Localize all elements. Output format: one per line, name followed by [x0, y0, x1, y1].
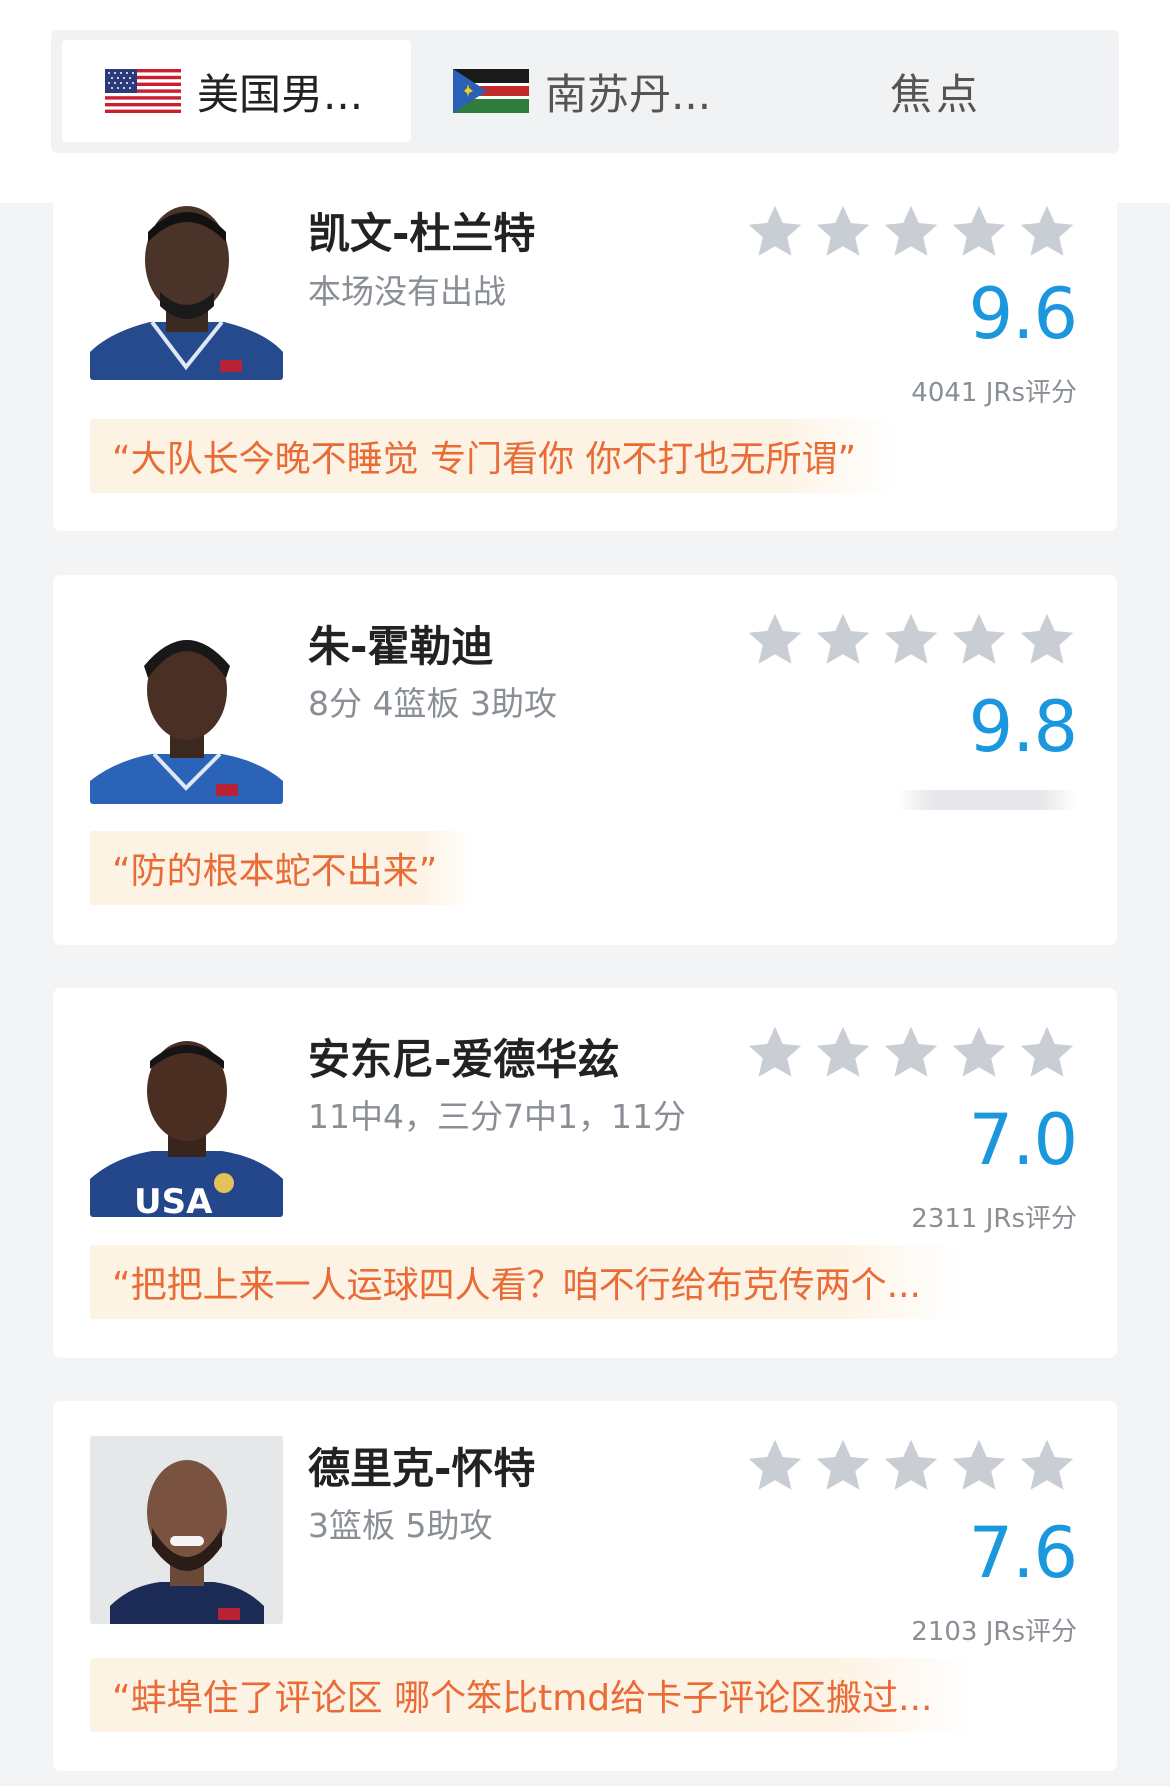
star-icon[interactable] — [743, 1436, 807, 1496]
star-icon[interactable] — [879, 1023, 943, 1083]
star-icon[interactable] — [947, 202, 1011, 262]
player-score: 9.8 — [968, 686, 1078, 768]
star-icon[interactable] — [1015, 1436, 1079, 1496]
top-comment[interactable]: “防的根本蛇不出来” — [90, 831, 478, 905]
rating-count-obscured — [897, 790, 1077, 810]
player-photo: USA — [90, 1029, 283, 1217]
star-icon[interactable] — [879, 1436, 943, 1496]
player-photo — [90, 1436, 283, 1624]
south-sudan-flag-icon — [453, 69, 529, 113]
rating-stars[interactable] — [743, 1436, 1079, 1496]
svg-text:USA: USA — [134, 1182, 213, 1217]
tab-south-sudan-label: 南苏丹... — [545, 69, 712, 119]
top-comment[interactable]: “蚌埠住了评论区 哪个笨比tmd给卡子评论区搬过... — [90, 1658, 973, 1732]
tab-focus[interactable]: 焦点 — [753, 40, 1119, 142]
player-name: 凯文-杜兰特 — [308, 209, 536, 258]
star-icon[interactable] — [811, 1023, 875, 1083]
player-stat-line: 11中4，三分7中1，11分 — [308, 1097, 686, 1136]
star-icon[interactable] — [811, 1436, 875, 1496]
star-icon[interactable] — [811, 202, 875, 262]
rating-stars[interactable] — [743, 202, 1079, 262]
team-tabs: 美国男... 南苏丹... 焦点 — [51, 30, 1119, 153]
player-score: 9.6 — [968, 273, 1078, 355]
player-card-white[interactable]: 德里克-怀特 3篮板 5助攻 7.6 2103 JRs评分 “蚌埠住了评论区 哪… — [53, 1401, 1117, 1771]
star-icon[interactable] — [879, 202, 943, 262]
star-icon[interactable] — [1015, 610, 1079, 670]
usa-flag-icon — [105, 69, 181, 113]
star-icon[interactable] — [743, 610, 807, 670]
tab-usa-label: 美国男... — [197, 69, 364, 119]
star-icon[interactable] — [947, 1436, 1011, 1496]
player-stat-line: 8分 4篮板 3助攻 — [308, 684, 557, 723]
star-icon[interactable] — [947, 610, 1011, 670]
top-comment[interactable]: “大队长今晚不睡觉 专门看你 你不打也无所谓” — [90, 419, 897, 493]
top-comment[interactable]: “把把上来一人运球四人看？咱不行给布克传两个... — [90, 1245, 961, 1319]
tab-south-sudan[interactable]: 南苏丹... — [453, 40, 753, 142]
rating-count: 2311 JRs评分 — [911, 1204, 1077, 1234]
player-name: 朱-霍勒迪 — [308, 622, 494, 671]
star-icon[interactable] — [743, 202, 807, 262]
tab-usa[interactable]: 美国男... — [62, 40, 411, 142]
player-card-edwards[interactable]: USA 安东尼-爱德华兹 11中4，三分7中1，11分 7.0 2311 JRs… — [53, 988, 1117, 1358]
player-card-holiday[interactable]: 朱-霍勒迪 8分 4篮板 3助攻 9.8 “防的根本蛇不出来” — [53, 575, 1117, 945]
player-photo — [90, 192, 283, 380]
player-card-durant[interactable]: 凯文-杜兰特 本场没有出战 9.6 4041 JRs评分 “大队长今晚不睡觉 专… — [53, 150, 1117, 531]
star-icon[interactable] — [947, 1023, 1011, 1083]
player-stat-line: 3篮板 5助攻 — [308, 1506, 493, 1545]
player-name: 德里克-怀特 — [308, 1444, 536, 1493]
tab-focus-label: 焦点 — [889, 69, 982, 119]
rating-stars[interactable] — [743, 610, 1079, 670]
star-icon[interactable] — [811, 610, 875, 670]
star-icon[interactable] — [879, 610, 943, 670]
player-score: 7.6 — [968, 1512, 1078, 1594]
player-stat-line: 本场没有出战 — [308, 272, 506, 311]
star-icon[interactable] — [1015, 202, 1079, 262]
player-score: 7.0 — [968, 1099, 1078, 1181]
rating-count: 4041 JRs评分 — [911, 378, 1077, 408]
rating-stars[interactable] — [743, 1023, 1079, 1083]
player-photo — [90, 616, 283, 804]
star-icon[interactable] — [743, 1023, 807, 1083]
star-icon[interactable] — [1015, 1023, 1079, 1083]
rating-count: 2103 JRs评分 — [911, 1617, 1077, 1647]
player-name: 安东尼-爱德华兹 — [308, 1035, 620, 1084]
top-bar: 美国男... 南苏丹... 焦点 — [0, 0, 1170, 203]
